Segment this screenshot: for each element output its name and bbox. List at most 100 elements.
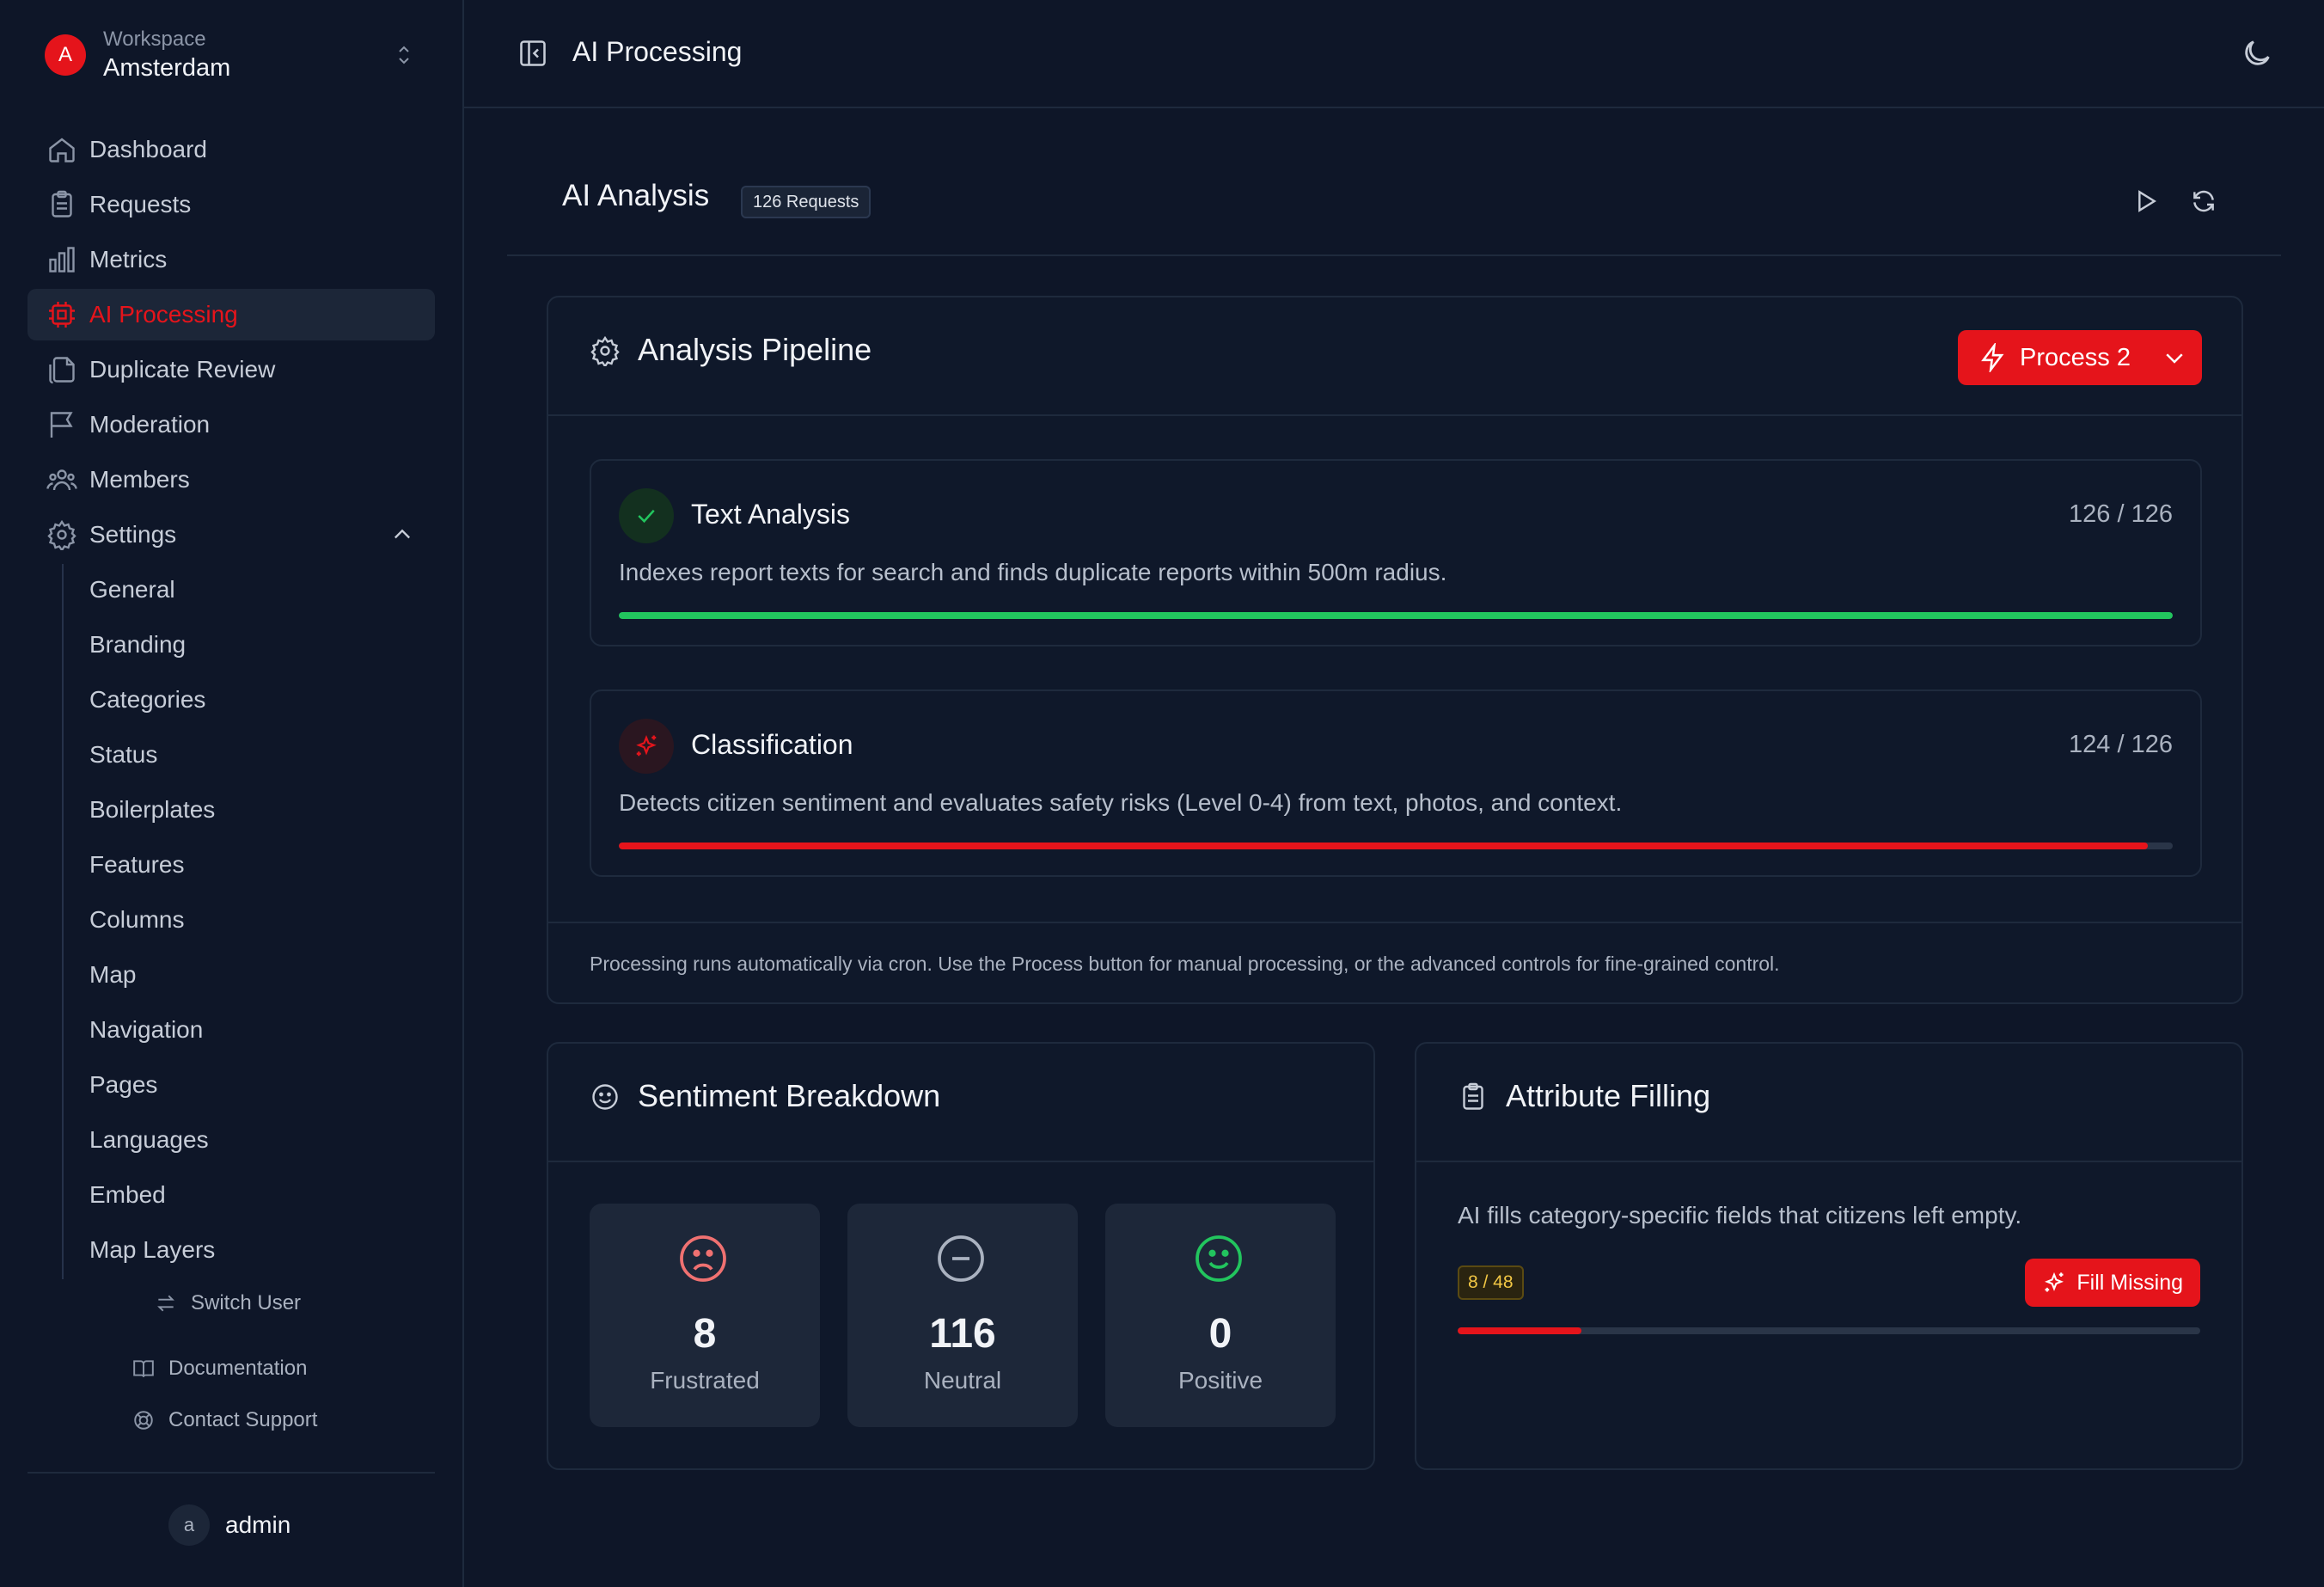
- settings-sub-item[interactable]: General: [64, 564, 425, 616]
- step-count: 126 / 126: [2069, 500, 2173, 528]
- frown-icon: [677, 1233, 729, 1284]
- settings-sub-item[interactable]: Status: [64, 729, 425, 781]
- copy-icon: [46, 354, 77, 385]
- sidebar-item-moderation[interactable]: Moderation: [28, 399, 435, 450]
- switch-user-label: Switch User: [191, 1291, 302, 1314]
- home-icon: [46, 134, 77, 165]
- settings-sub-item[interactable]: Columns: [64, 894, 425, 946]
- settings-sub-item[interactable]: Features: [64, 839, 425, 891]
- attribute-description: AI fills category-specific fields that c…: [1458, 1202, 2022, 1229]
- sentiment-positive: 0 Positive: [1105, 1204, 1336, 1427]
- chevron-up-icon[interactable]: [390, 523, 414, 547]
- chevron-down-icon[interactable]: [2162, 345, 2187, 371]
- switch-arrows-icon: [155, 1292, 177, 1314]
- settings-sub-item[interactable]: Embed: [64, 1169, 425, 1221]
- sentiment-neutral: 116 Neutral: [847, 1204, 1078, 1427]
- users-icon: [46, 464, 77, 495]
- sidebar: A Workspace Amsterdam Dashboard Requests…: [0, 0, 464, 1587]
- step-description: Indexes report texts for search and find…: [619, 559, 1447, 585]
- sidebar-item-label: Dashboard: [89, 136, 207, 162]
- workspace-switcher[interactable]: A Workspace Amsterdam: [45, 24, 414, 86]
- progress-bar: [619, 843, 2173, 849]
- lightning-icon: [1978, 343, 2008, 372]
- step-title: Text Analysis: [691, 499, 850, 530]
- sentiment-value: 116: [929, 1311, 996, 1357]
- avatar: a: [168, 1504, 210, 1546]
- sidebar-item-label: Moderation: [89, 411, 211, 438]
- card-header: Sentiment Breakdown: [548, 1044, 1373, 1162]
- documentation-label: Documentation: [168, 1357, 308, 1380]
- contact-support-link[interactable]: Contact Support: [132, 1408, 317, 1432]
- sentiment-label: Positive: [1177, 1367, 1263, 1394]
- sentiment-label: Neutral: [923, 1367, 1002, 1394]
- refresh-icon[interactable]: [2190, 187, 2217, 215]
- progress-fill: [1458, 1327, 1582, 1334]
- sidebar-item-duplicate-review[interactable]: Duplicate Review: [28, 344, 435, 395]
- fill-missing-button[interactable]: Fill Missing: [2025, 1259, 2200, 1307]
- settings-sub-item[interactable]: Map Layers: [64, 1224, 425, 1276]
- card-header: Analysis Pipeline Process 2: [548, 297, 2241, 416]
- sentiment-breakdown-card: Sentiment Breakdown 8 Frustrated 116 Neu…: [547, 1042, 1375, 1470]
- flag-icon: [46, 409, 77, 440]
- smile-icon: [590, 1081, 621, 1112]
- page-title: AI Processing: [572, 36, 743, 67]
- book-icon: [132, 1357, 155, 1380]
- sidebar-toggle-icon[interactable]: [517, 38, 548, 69]
- settings-sub-item[interactable]: Pages: [64, 1059, 425, 1111]
- settings-submenu: General Branding Categories Status Boile…: [62, 564, 425, 1279]
- main-nav: Dashboard Requests Metrics AI Processing…: [28, 124, 435, 564]
- play-icon[interactable]: [2131, 187, 2159, 215]
- moon-icon[interactable]: [2240, 36, 2274, 70]
- progress-fill: [619, 612, 2173, 619]
- sidebar-item-members[interactable]: Members: [28, 454, 435, 506]
- lifebuoy-icon: [132, 1409, 155, 1431]
- sidebar-item-settings[interactable]: Settings: [28, 509, 435, 561]
- attribute-count-badge: 8 / 48: [1458, 1265, 1524, 1300]
- requests-count-badge: 126 Requests: [741, 186, 872, 218]
- check-icon: [619, 488, 674, 543]
- clipboard-icon: [46, 189, 77, 220]
- progress-fill: [619, 843, 2149, 849]
- settings-sub-item[interactable]: Navigation: [64, 1004, 425, 1056]
- progress-bar: [1458, 1327, 2200, 1334]
- sidebar-item-label: AI Processing: [89, 301, 238, 328]
- settings-sub-item[interactable]: Languages: [64, 1114, 425, 1166]
- clipboard-icon: [1458, 1081, 1489, 1112]
- settings-sub-item[interactable]: Boilerplates: [64, 784, 425, 836]
- section-title: AI Analysis: [562, 179, 710, 212]
- workspace-label: Workspace: [103, 28, 206, 51]
- step-description: Detects citizen sentiment and evaluates …: [619, 789, 1623, 816]
- user-name: admin: [225, 1511, 291, 1538]
- sparkles-icon: [2042, 1271, 2066, 1295]
- pipeline-step-classification: Classification 124 / 126 Detects citizen…: [590, 689, 2202, 877]
- switch-user-link[interactable]: Switch User: [155, 1291, 301, 1315]
- card-title: Attribute Filling: [1506, 1078, 1711, 1113]
- sidebar-item-ai-processing[interactable]: AI Processing: [28, 289, 435, 340]
- settings-sub-item[interactable]: Map: [64, 949, 425, 1001]
- sidebar-item-label: Duplicate Review: [89, 356, 276, 383]
- sidebar-item-metrics[interactable]: Metrics: [28, 234, 435, 285]
- sidebar-item-requests[interactable]: Requests: [28, 179, 435, 230]
- process-button-label: Process 2: [2020, 343, 2131, 371]
- chevron-up-down-icon: [394, 43, 414, 67]
- attribute-filling-card: Attribute Filling AI fills category-spec…: [1415, 1042, 2243, 1470]
- process-button[interactable]: Process 2: [1958, 330, 2202, 385]
- sidebar-item-label: Members: [89, 466, 190, 493]
- progress-bar: [619, 612, 2173, 619]
- settings-sub-item[interactable]: Branding: [64, 619, 425, 671]
- gear-icon: [590, 335, 621, 366]
- user-menu[interactable]: a admin: [168, 1504, 290, 1546]
- smile-icon: [1193, 1233, 1245, 1284]
- sidebar-item-dashboard[interactable]: Dashboard: [28, 124, 435, 175]
- neutral-face-icon: [935, 1233, 987, 1284]
- sidebar-divider: [28, 1472, 435, 1474]
- sparkles-icon: [619, 719, 674, 774]
- sentiment-label: Frustrated: [650, 1367, 760, 1394]
- cpu-icon: [46, 299, 77, 330]
- workspace-text: Workspace Amsterdam: [103, 27, 394, 83]
- settings-sub-item[interactable]: Categories: [64, 674, 425, 726]
- sentiment-frustrated: 8 Frustrated: [590, 1204, 820, 1427]
- sidebar-item-label: Requests: [89, 191, 192, 218]
- pipeline-step-text-analysis: Text Analysis 126 / 126 Indexes report t…: [590, 459, 2202, 646]
- documentation-link[interactable]: Documentation: [132, 1357, 307, 1381]
